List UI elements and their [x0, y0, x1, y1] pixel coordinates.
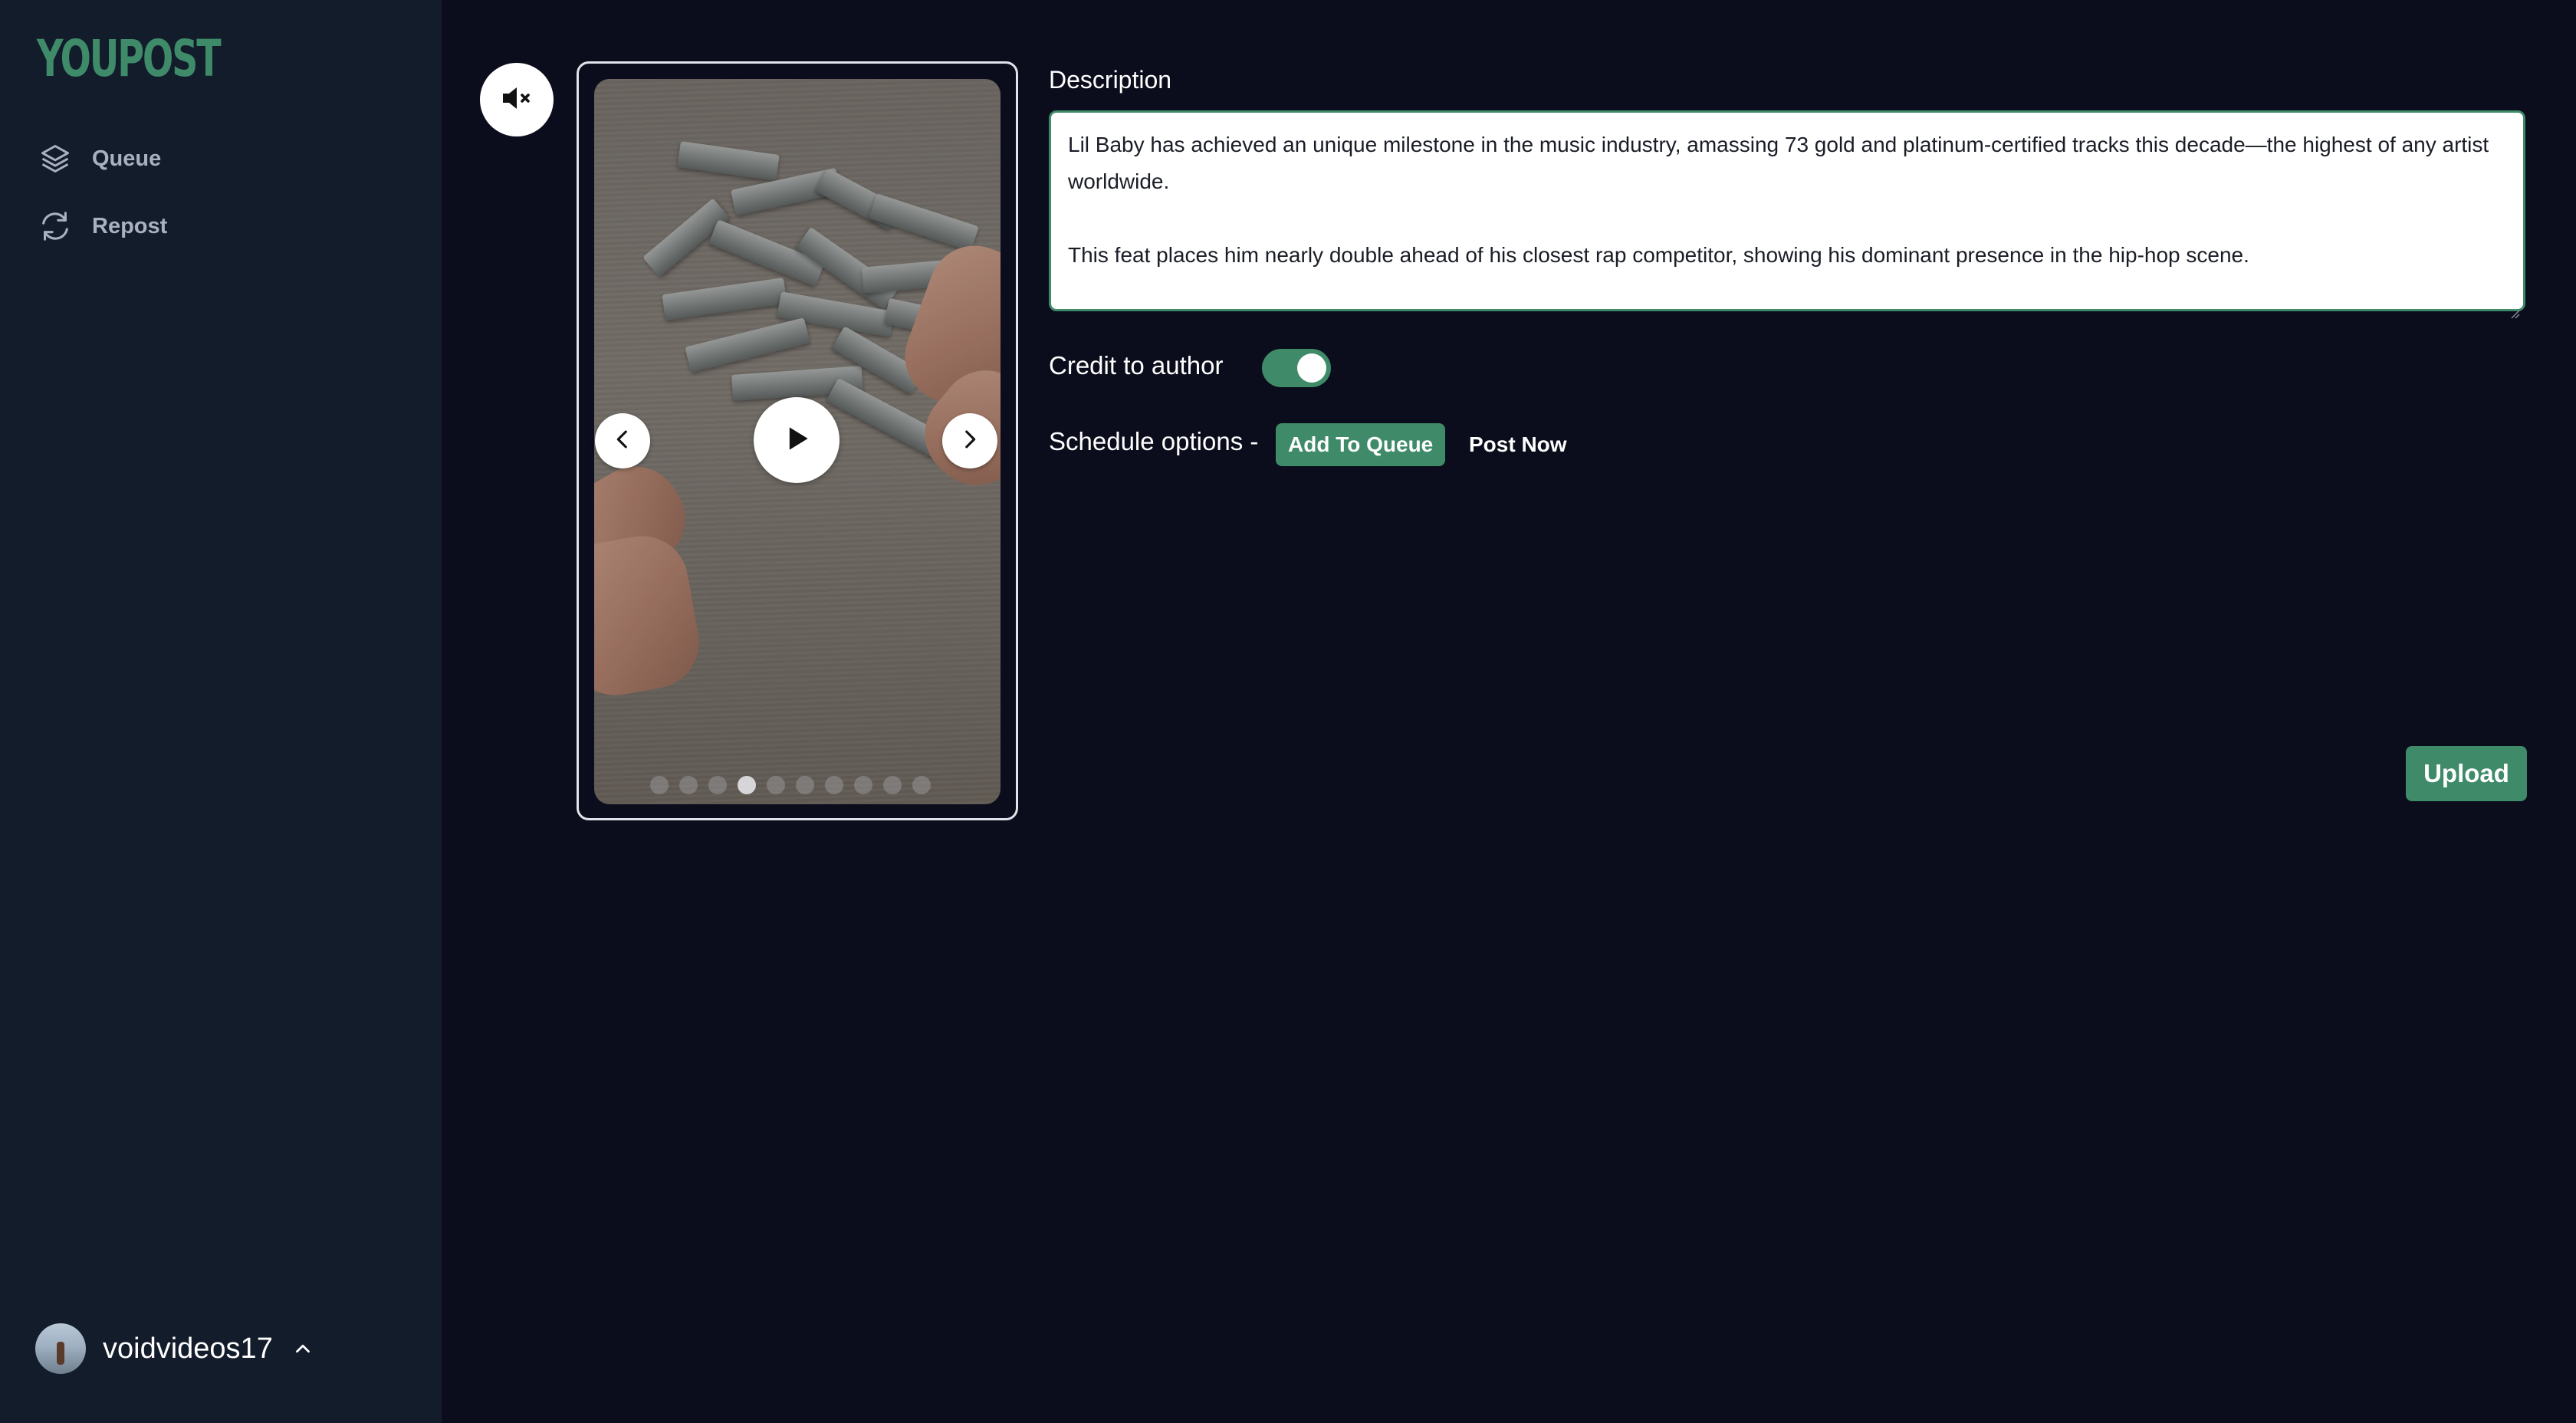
sidebar-item-label: Repost	[92, 213, 168, 238]
sidebar-item-label: Queue	[92, 146, 162, 171]
description-textarea[interactable]: Lil Baby has achieved an unique mileston…	[1049, 110, 2525, 319]
sidebar-item-queue[interactable]: Queue	[37, 137, 161, 180]
play-icon	[780, 422, 813, 459]
previous-slide-button[interactable]	[595, 413, 650, 468]
description-paragraph: This feat places him nearly double ahead…	[1068, 243, 2249, 267]
upload-button[interactable]: Upload	[2406, 746, 2527, 801]
avatar	[35, 1323, 86, 1374]
add-to-queue-button[interactable]: Add To Queue	[1276, 423, 1446, 466]
slide-dot[interactable]	[679, 776, 698, 794]
sidebar-item-repost[interactable]: Repost	[37, 205, 167, 248]
username: voidvideos17	[103, 1332, 273, 1365]
credit-to-author-toggle[interactable]	[1262, 349, 1331, 387]
slide-dot[interactable]	[767, 776, 785, 794]
slide-dot[interactable]	[708, 776, 727, 794]
description-paragraph: Lil Baby has achieved an unique mileston…	[1068, 133, 2489, 193]
next-slide-button[interactable]	[942, 413, 997, 468]
layers-icon	[37, 140, 74, 177]
slide-dot[interactable]	[883, 776, 902, 794]
app-logo[interactable]: YOUPOST	[37, 34, 222, 84]
resize-handle-icon[interactable]	[2508, 294, 2520, 319]
speaker-muted-icon	[498, 80, 535, 120]
repost-icon	[37, 208, 74, 245]
slide-dot[interactable]	[854, 776, 872, 794]
description-label: Description	[1049, 66, 1172, 94]
slide-dot[interactable]	[825, 776, 843, 794]
toggle-knob	[1297, 353, 1326, 383]
slide-dot[interactable]	[912, 776, 931, 794]
slide-dot[interactable]	[650, 776, 669, 794]
slide-dot[interactable]	[796, 776, 814, 794]
chevron-left-icon	[610, 426, 636, 456]
sidebar: YOUPOST Queue Repost voidvideos17	[0, 0, 442, 1423]
user-menu[interactable]: voidvideos17	[35, 1323, 314, 1374]
mute-button[interactable]	[480, 63, 554, 136]
chevron-up-icon[interactable]	[291, 1337, 314, 1360]
slide-indicator	[650, 776, 931, 794]
schedule-options-label: Schedule options -	[1049, 427, 1259, 455]
play-button[interactable]	[754, 397, 840, 483]
post-now-button[interactable]: Post Now	[1469, 423, 1567, 466]
slide-dot-active[interactable]	[738, 776, 756, 794]
credit-to-author-label: Credit to author	[1049, 351, 1224, 380]
chevron-right-icon	[957, 426, 983, 456]
